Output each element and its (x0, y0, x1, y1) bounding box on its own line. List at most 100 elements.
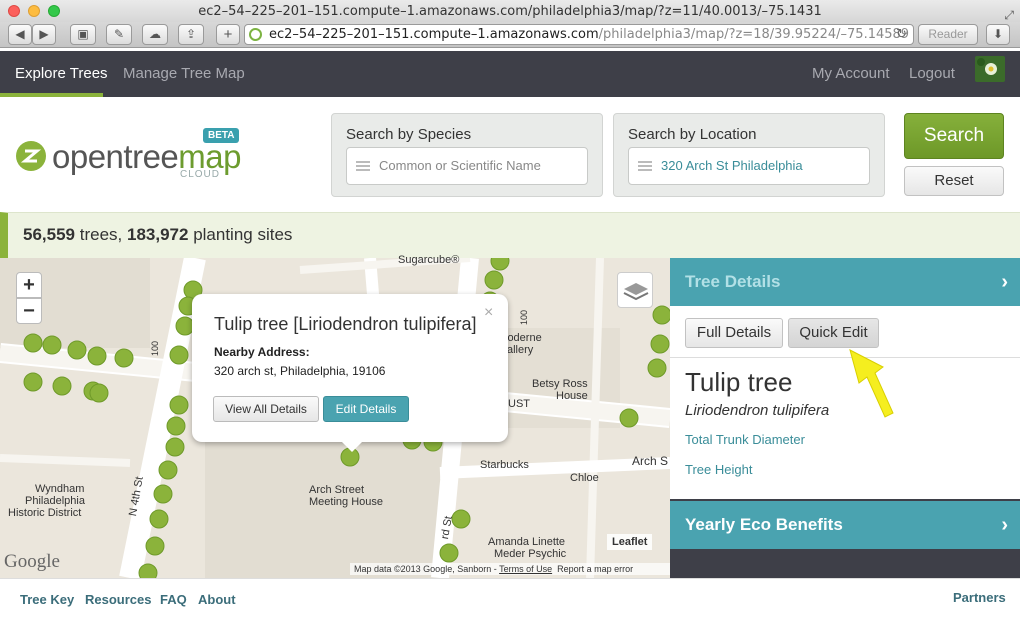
tree-marker[interactable] (138, 563, 158, 578)
location-search-label: Search by Location (628, 126, 757, 143)
layers-button[interactable] (617, 272, 653, 308)
map-data-text: Map data ©2013 Google, Sanborn - (354, 564, 497, 574)
tree-marker[interactable] (149, 509, 169, 529)
google-logo[interactable]: Google (4, 551, 60, 573)
map-label-ust: UST (508, 398, 530, 410)
avatar[interactable] (975, 56, 1005, 82)
tree-scientific-name: Liriodendron tulipifera (685, 402, 830, 419)
footer-faq[interactable]: FAQ (160, 592, 187, 607)
search-button[interactable]: Search (904, 113, 1004, 159)
nav-manage-tree-map[interactable]: Manage Tree Map (123, 65, 245, 82)
footer-partners[interactable]: Partners (953, 590, 1006, 605)
tree-marker[interactable] (619, 408, 639, 428)
zoom-out-button[interactable]: − (16, 298, 42, 324)
beta-badge: BETA (203, 128, 240, 143)
map-label-amanda-linette: Amanda Linette (488, 536, 566, 548)
popup-pointer (340, 440, 364, 452)
tree-marker[interactable] (484, 270, 504, 290)
edit-details-button[interactable]: Edit Details (323, 396, 409, 422)
tree-marker[interactable] (158, 460, 178, 480)
reload-icon[interactable]: ↻ (896, 25, 907, 44)
footer-resources[interactable]: Resources (85, 592, 151, 607)
eco-benefits-header[interactable]: Yearly Eco Benefits › (670, 501, 1020, 549)
tree-marker[interactable] (23, 333, 43, 353)
tree-height-label: Tree Height (685, 462, 753, 477)
full-details-button[interactable]: Full Details (685, 318, 783, 348)
species-search-box: Search by Species Common or Scientific N… (331, 113, 603, 197)
sidebar-toggle-icon[interactable]: ▣ (70, 24, 96, 45)
opentreemap-logo-icon[interactable] (16, 141, 46, 171)
terms-of-use-link[interactable]: Terms of Use (499, 564, 552, 574)
close-window-icon[interactable] (8, 5, 20, 17)
map-label-moderne: loderne (505, 332, 542, 344)
tree-details-title: Tree Details (685, 272, 781, 291)
tree-marker[interactable] (89, 383, 109, 403)
tree-marker[interactable] (153, 484, 173, 504)
tree-marker[interactable] (439, 543, 459, 563)
layers-icon (623, 283, 649, 301)
tree-marker[interactable] (490, 258, 510, 271)
tree-marker[interactable] (169, 345, 189, 365)
site-favicon-icon (249, 28, 262, 41)
nav-my-account[interactable]: My Account (812, 65, 890, 82)
back-button[interactable]: ◀ (8, 24, 32, 45)
species-search-label: Search by Species (346, 126, 472, 143)
planting-site-count: 183,972 (127, 225, 189, 244)
downloads-icon[interactable]: ⬇ (986, 24, 1010, 45)
address-bar[interactable]: ec2–54–225–201–151.compute–1.amazonaws.c… (244, 24, 914, 45)
eco-benefits-title: Yearly Eco Benefits (685, 515, 843, 534)
tree-count-label: trees, (79, 225, 123, 244)
location-search-input[interactable]: 320 Arch St Philadelphia (628, 147, 870, 185)
icloud-icon[interactable]: ☁ (142, 24, 168, 45)
report-map-error-link[interactable]: Report a map error (557, 564, 633, 574)
forward-button[interactable]: ▶ (32, 24, 56, 45)
window-titlebar: ec2–54–225–201–151.compute–1.amazonaws.c… (0, 0, 1020, 22)
tree-marker[interactable] (165, 437, 185, 457)
popup-close-icon[interactable]: × (484, 304, 493, 322)
tree-marker[interactable] (87, 346, 107, 366)
species-search-placeholder: Common or Scientific Name (379, 158, 541, 173)
popup-address-label: Nearby Address: (214, 345, 310, 359)
map-label-arch-street: Arch Street (309, 484, 365, 496)
map-label-chloe: Chloe (570, 472, 599, 484)
map-label-100: 100 (519, 309, 529, 325)
tree-marker[interactable] (114, 348, 134, 368)
tree-marker[interactable] (166, 416, 186, 436)
tree-details-header[interactable]: Tree Details › (670, 258, 1020, 306)
map-label-historic-district: Historic District (8, 507, 82, 519)
cloud-label: CLOUD (180, 169, 221, 180)
tree-marker[interactable] (42, 335, 62, 355)
nav-explore-trees[interactable]: Explore Trees (15, 65, 108, 82)
tree-marker[interactable] (647, 358, 667, 378)
reader-button[interactable]: Reader (918, 24, 978, 45)
tree-marker[interactable] (169, 395, 189, 415)
view-all-details-button[interactable]: View All Details (213, 396, 319, 422)
list-icon (356, 161, 370, 171)
popup-title: Tulip tree [Liriodendron tulipifera] (214, 314, 477, 334)
map-label-wyndham: Wyndham (35, 483, 85, 495)
map-label-gallery: allery (507, 344, 534, 356)
zoom-window-icon[interactable] (48, 5, 60, 17)
tree-marker[interactable] (67, 340, 87, 360)
quick-edit-button[interactable]: Quick Edit (788, 318, 879, 348)
url-path: /philadelphia3/map/?z=18/39.95224/–75.14… (598, 27, 910, 42)
tree-marker[interactable] (650, 334, 670, 354)
new-tab-button[interactable]: + (216, 24, 240, 45)
minimize-window-icon[interactable] (28, 5, 40, 17)
nav-logout[interactable]: Logout (909, 65, 955, 82)
reset-button[interactable]: Reset (904, 166, 1004, 196)
map-label-house: House (556, 390, 588, 402)
species-search-input[interactable]: Common or Scientific Name (346, 147, 588, 185)
leaflet-attribution[interactable]: Leaflet (607, 534, 653, 550)
tree-marker[interactable] (451, 509, 471, 529)
tree-marker[interactable] (52, 376, 72, 396)
zoom-in-button[interactable]: + (16, 272, 42, 298)
footer-tree-key[interactable]: Tree Key (20, 592, 74, 607)
tools-icon[interactable]: ✎ (106, 24, 132, 45)
footer-about[interactable]: About (198, 592, 236, 607)
tree-marker[interactable] (652, 305, 670, 325)
tree-marker[interactable] (23, 372, 43, 392)
share-icon[interactable]: ⇪ (178, 24, 204, 45)
tree-popup: Tulip tree [Liriodendron tulipifera] × N… (192, 294, 508, 442)
tree-marker[interactable] (145, 536, 165, 556)
